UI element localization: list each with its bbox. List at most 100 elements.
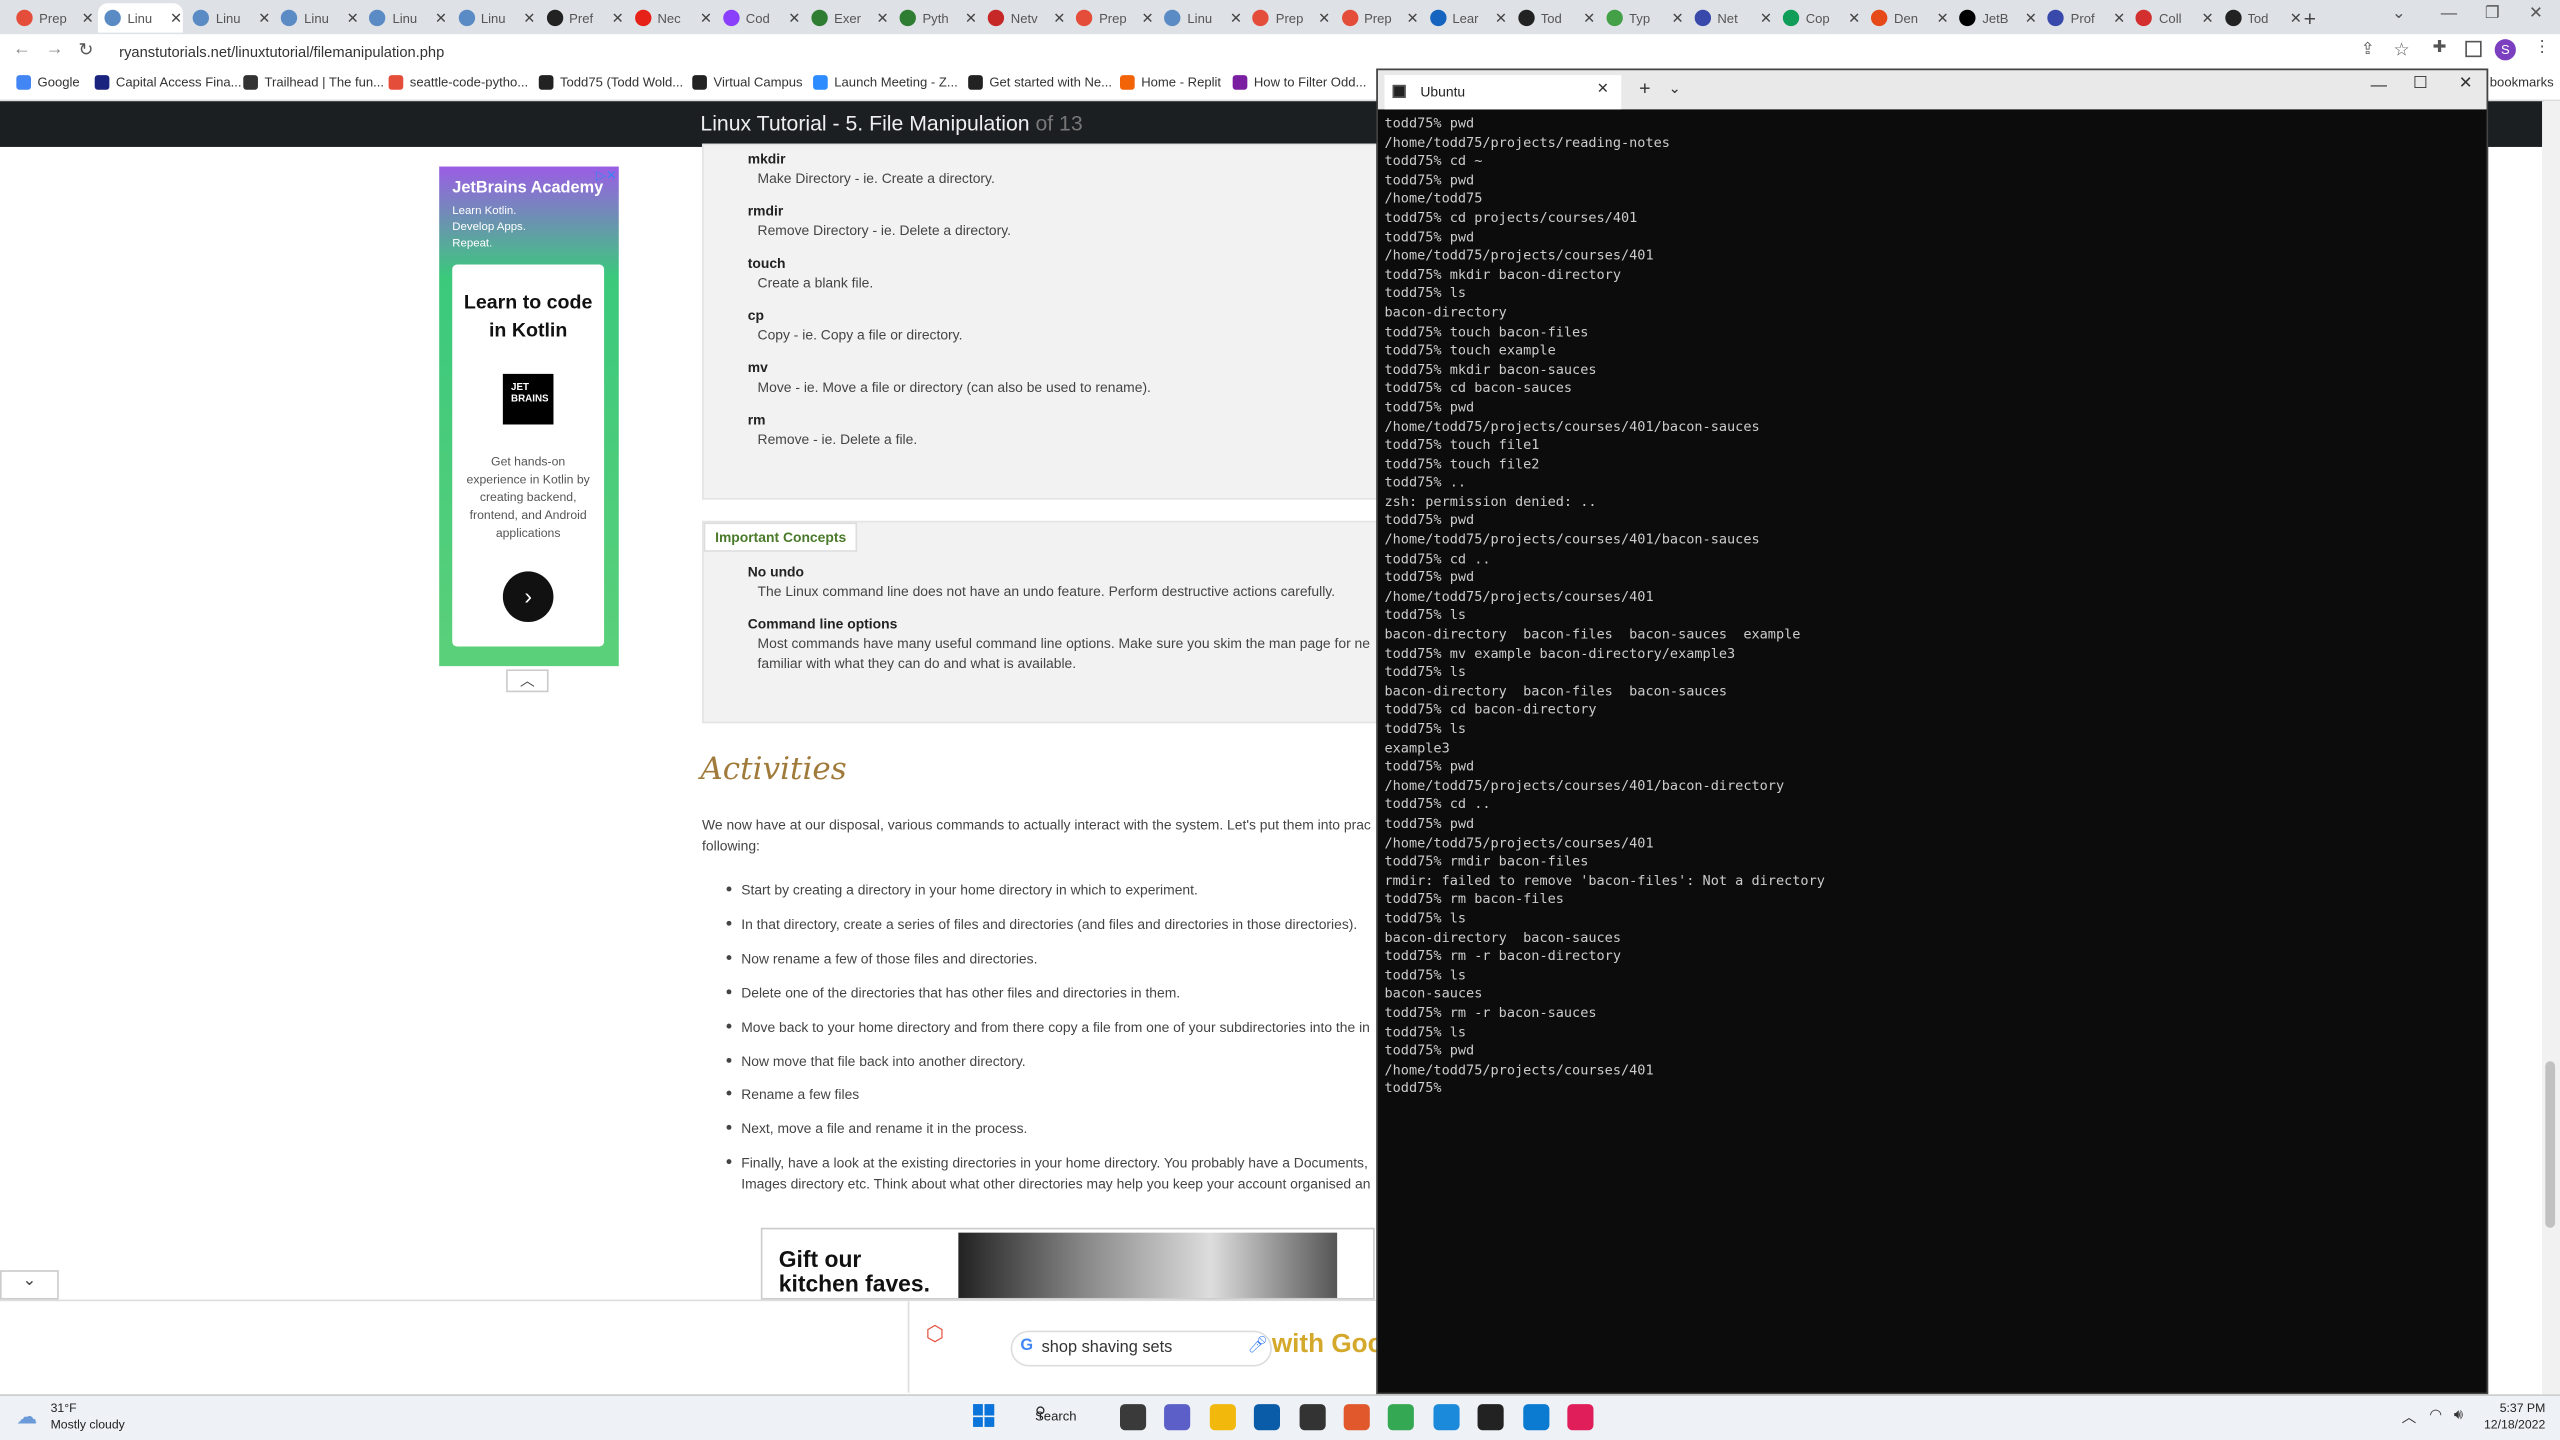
file-explorer-icon[interactable] (1209, 1404, 1236, 1431)
browser-tab[interactable]: Tod ✕ (2218, 3, 2303, 32)
browser-tab[interactable]: Tod ✕ (1511, 3, 1596, 32)
browser-tab[interactable]: Coll ✕ (2130, 3, 2215, 32)
windows-start-icon[interactable] (973, 1404, 996, 1427)
volume-icon[interactable]: 🔊︎ (2454, 1406, 2463, 1424)
weather-icon[interactable]: ☁︎ (16, 1404, 37, 1430)
browser-tab[interactable]: Prep ✕ (1335, 3, 1420, 32)
bookmark-item[interactable]: Launch Meeting - Z... (813, 75, 958, 90)
tab-close-icon[interactable]: ✕ (1407, 9, 1419, 27)
terminal-tab[interactable]: Ubuntu (1384, 75, 1622, 110)
shopping-search-box[interactable]: shop shaving sets (1010, 1330, 1272, 1367)
banner-ad[interactable]: Gift our kitchen faves. (760, 1227, 1375, 1300)
tab-close-icon[interactable]: ✕ (1936, 9, 1948, 27)
tab-search-icon[interactable]: ⌄ (2392, 5, 2406, 23)
sidepanel-icon[interactable] (2465, 40, 2482, 58)
browser-tab[interactable]: Linu ✕ (451, 3, 536, 32)
concepts-tab[interactable]: Important Concepts (703, 522, 858, 552)
slack-icon[interactable] (1567, 1404, 1594, 1431)
bookmark-item[interactable]: Home - Replit (1119, 75, 1221, 90)
clock-date[interactable]: 12/18/2022 (2480, 1417, 2545, 1432)
back-icon[interactable]: ← (13, 39, 31, 59)
tab-close-icon[interactable]: ✕ (700, 9, 712, 27)
task-view-icon[interactable] (1119, 1404, 1147, 1431)
close-window-button[interactable]: ✕ (2529, 5, 2543, 23)
tab-close-icon[interactable]: ✕ (82, 9, 94, 27)
tab-close-icon[interactable]: ✕ (1142, 9, 1154, 27)
new-terminal-tab-icon[interactable]: + (1639, 77, 1650, 100)
shopping-ad[interactable]: ⬡ shop shaving sets G 🎤︎ with Goo (907, 1301, 1384, 1393)
tab-close-icon[interactable]: ✕ (877, 9, 889, 27)
tab-close-icon[interactable]: ✕ (2113, 9, 2125, 27)
browser-tab[interactable]: Linu ✕ (275, 3, 360, 32)
browser-tab[interactable]: Linu ✕ (363, 3, 448, 32)
bookmark-item[interactable]: Capital Access Fina... (94, 75, 242, 90)
tab-close-icon[interactable]: ✕ (2290, 9, 2302, 27)
store-icon[interactable] (1254, 1404, 1281, 1431)
page-scrollbar[interactable] (2542, 101, 2560, 1395)
browser-tab[interactable]: Exer ✕ (805, 3, 890, 32)
minimize-button[interactable]: — (2441, 5, 2457, 23)
tab-close-icon[interactable]: ✕ (788, 9, 800, 27)
browser-tab[interactable]: Prep ✕ (1070, 3, 1155, 32)
profile-avatar[interactable]: S (2494, 39, 2516, 61)
address-bar[interactable]: ryanstutorials.net/linuxtutorial/fileman… (102, 39, 2356, 66)
dropdown-icon[interactable]: ⌄ (1669, 80, 1681, 98)
browser-tab[interactable]: Prep ✕ (1246, 3, 1331, 32)
tab-close-icon[interactable]: ✕ (1760, 9, 1772, 27)
tray-chevron-icon[interactable]: ︿ (2402, 1406, 2417, 1427)
all-bookmarks[interactable]: bookmarks (2490, 75, 2554, 90)
app-icon[interactable] (1298, 1404, 1326, 1431)
new-tab-button[interactable]: + (2304, 7, 2316, 31)
tab-close-icon[interactable]: ✕ (523, 9, 535, 27)
browser-tab[interactable]: JetB ✕ (1953, 3, 2038, 32)
bookmark-item[interactable]: How to Filter Odd... (1232, 75, 1366, 90)
terminal-output[interactable]: todd75% pwd/home/todd75/projects/reading… (1384, 114, 1824, 1098)
collapse-ad-icon[interactable]: ︿ (506, 669, 549, 693)
browser-tab[interactable]: Linu ✕ (98, 3, 184, 33)
browser-tab[interactable]: Nec ✕ (628, 3, 713, 32)
ad-next-arrow-icon[interactable]: › (502, 571, 554, 623)
browser-tab[interactable]: Pyth ✕ (893, 3, 978, 32)
tab-close-icon[interactable]: ✕ (965, 9, 977, 27)
tab-close-icon[interactable]: ✕ (1053, 9, 1065, 27)
bookmark-item[interactable]: Google (16, 75, 80, 90)
bookmark-item[interactable]: seattle-code-pytho... (388, 75, 528, 90)
expand-icon[interactable]: ⌄ (0, 1270, 59, 1300)
browser-tab[interactable]: Linu ✕ (1158, 3, 1243, 32)
tab-close-icon[interactable]: ✕ (170, 9, 182, 27)
tab-close-icon[interactable]: ✕ (1583, 9, 1595, 27)
tab-close-icon[interactable]: ✕ (347, 9, 359, 27)
star-icon[interactable]: ☆ (2393, 39, 2409, 61)
app-icon[interactable] (1433, 1404, 1460, 1431)
weather-temp[interactable]: 31°F (51, 1401, 77, 1416)
app-icon[interactable] (1343, 1404, 1370, 1431)
close-tab-icon[interactable]: ✕ (1597, 80, 1609, 98)
bookmark-item[interactable]: Get started with Ne... (968, 75, 1112, 90)
clock-time[interactable]: 5:37 PM (2483, 1401, 2546, 1416)
tab-close-icon[interactable]: ✕ (258, 9, 270, 27)
weather-desc[interactable]: Mostly cloudy (51, 1417, 125, 1432)
vscode-icon[interactable] (1522, 1404, 1549, 1431)
browser-tab[interactable]: Linu ✕ (186, 3, 271, 32)
browser-tab[interactable]: Den ✕ (1865, 3, 1950, 32)
extensions-icon[interactable]: ✚ (2433, 39, 2447, 57)
ad-choices-icon[interactable]: ▷✕ (596, 168, 617, 183)
tab-close-icon[interactable]: ✕ (1672, 9, 1684, 27)
browser-tab[interactable]: Lear ✕ (1423, 3, 1508, 32)
terminal-minimize-button[interactable]: — (2371, 77, 2387, 95)
forward-icon[interactable]: → (46, 39, 64, 59)
terminal-icon[interactable] (1477, 1404, 1504, 1431)
browser-tab[interactable]: Netv ✕ (981, 3, 1066, 32)
tab-close-icon[interactable]: ✕ (2025, 9, 2037, 27)
tab-close-icon[interactable]: ✕ (435, 9, 447, 27)
browser-tab[interactable]: Prep ✕ (10, 3, 95, 32)
terminal-maximize-button[interactable]: ☐ (2413, 75, 2428, 93)
tab-close-icon[interactable]: ✕ (1318, 9, 1330, 27)
taskbar-search[interactable]: Search (1016, 1404, 1101, 1430)
browser-tab[interactable]: Net ✕ (1688, 3, 1773, 32)
scrollbar-thumb[interactable] (2545, 1061, 2556, 1228)
wifi-icon[interactable]: ◠ (2429, 1406, 2442, 1424)
browser-tab[interactable]: Prof ✕ (2041, 3, 2126, 32)
tab-close-icon[interactable]: ✕ (1495, 9, 1507, 27)
tab-close-icon[interactable]: ✕ (2201, 9, 2213, 27)
